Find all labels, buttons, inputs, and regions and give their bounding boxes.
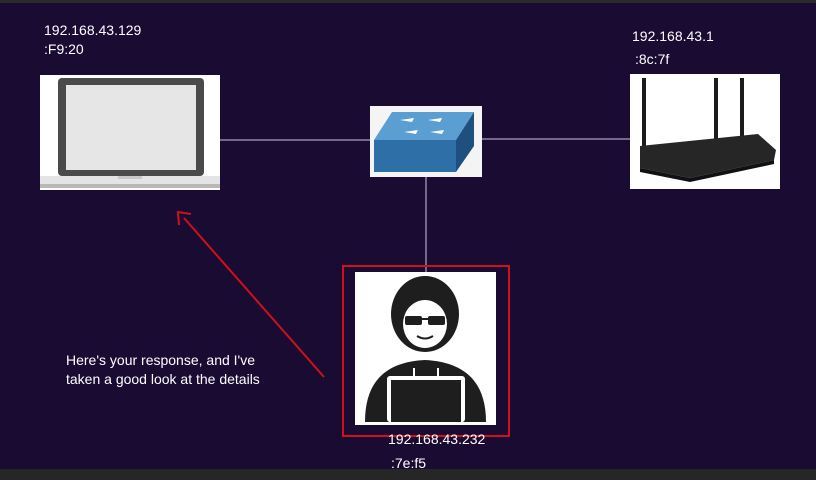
laptop-mac-label: :F9:20 [44, 41, 84, 57]
network-switch-icon [370, 106, 482, 177]
router-mac-label: :8c:7f [635, 51, 670, 67]
laptop-icon [40, 75, 220, 190]
laptop-ip-label: 192.168.43.129 [44, 22, 142, 38]
bottom-edge [0, 469, 816, 480]
router-ip-label: 192.168.43.1 [632, 28, 714, 44]
annotation-text-line-1: Here's your response, and I've [66, 352, 255, 368]
hacker-icon [355, 272, 496, 425]
attacker-ip-label: 192.168.43.232 [388, 431, 486, 447]
router-icon [630, 74, 780, 189]
annotation-text-line-2: taken a good look at the details [66, 371, 260, 387]
